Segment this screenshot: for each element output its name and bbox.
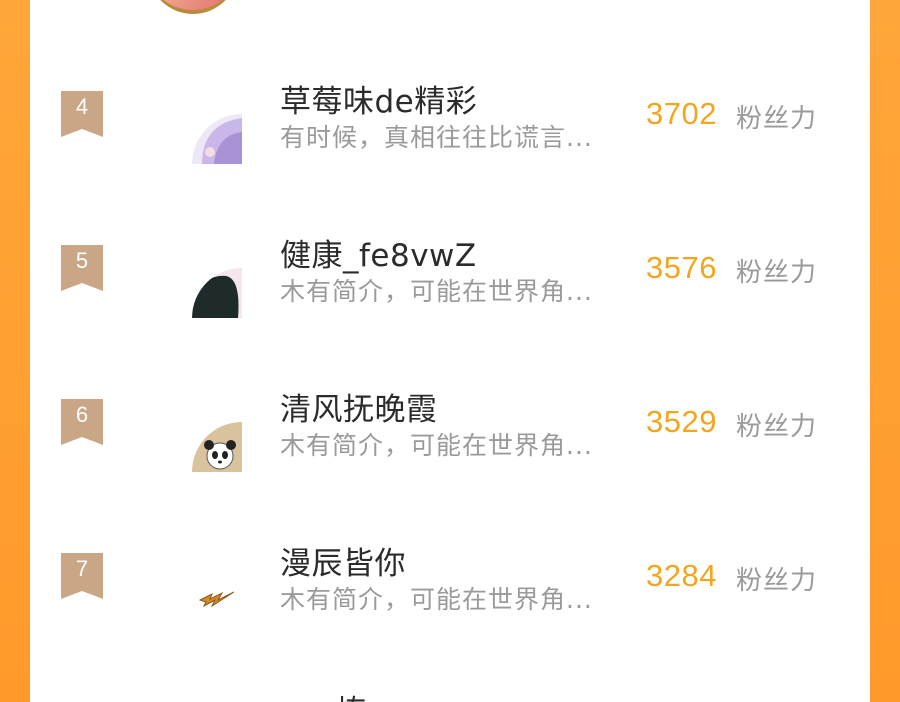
rank-number: 5 (75, 248, 89, 273)
user-name[interactable]: 清风抚晚霞 (280, 384, 438, 429)
ranking-row[interactable]: 6 清风抚晚霞 木有简介，可能在世界角... 3529 粉丝力 (30, 348, 870, 502)
rank-badge: 5 (61, 245, 103, 291)
user-name[interactable]: 草莓味de精彩 (280, 76, 477, 121)
next-user-name-partial[interactable]: yoy炼 (280, 686, 367, 702)
user-bio: 有时候，真相往往比谎言... (280, 123, 593, 152)
fan-power-label: 粉丝力 (736, 258, 818, 288)
ranking-row[interactable]: 7 漫辰皆你 木有简介，可能在世界角... 3284 粉丝力 (30, 502, 870, 656)
user-avatar[interactable] (192, 114, 242, 164)
fan-power-label: 粉丝力 (736, 566, 818, 596)
rank-number: 6 (75, 402, 89, 427)
rank-number: 4 (75, 94, 89, 119)
anime-girl-avatar-icon (192, 114, 242, 164)
user-bio: 木有简介，可能在世界角... (280, 585, 593, 614)
panda-avatar-icon (192, 422, 242, 472)
user-avatar[interactable] (192, 576, 242, 626)
dark-hair-avatar-icon (192, 268, 242, 318)
user-bio: 木有简介，可能在世界角... (280, 431, 593, 460)
fan-power-score: 3529 (646, 404, 717, 439)
fan-power-label: 粉丝力 (736, 104, 818, 134)
ranking-panel: 4 草莓味de精彩 有时候，真相往往比谎言... 3702 粉丝力 5 健康_f… (30, 0, 870, 702)
rank-badge: 7 (61, 553, 103, 599)
fan-power-score: 3702 (646, 96, 717, 131)
rank-badge: 4 (61, 91, 103, 137)
user-avatar[interactable] (192, 268, 242, 318)
previous-user-avatar[interactable] (148, 0, 238, 14)
user-avatar[interactable] (192, 422, 242, 472)
user-name[interactable]: 健康_fe8vwZ (280, 230, 477, 275)
lightning-avatar-icon (192, 576, 242, 626)
fan-power-score: 3576 (646, 250, 717, 285)
fan-power-label: 粉丝力 (736, 412, 818, 442)
rank-number: 7 (75, 556, 89, 581)
user-bio: 木有简介，可能在世界角... (280, 277, 593, 306)
ranking-row[interactable]: 5 健康_fe8vwZ 木有简介，可能在世界角... 3576 粉丝力 (30, 194, 870, 348)
ranking-row[interactable]: 4 草莓味de精彩 有时候，真相往往比谎言... 3702 粉丝力 (30, 40, 870, 194)
user-name[interactable]: 漫辰皆你 (280, 538, 406, 583)
fan-power-score: 3284 (646, 558, 717, 593)
rank-badge: 6 (61, 399, 103, 445)
